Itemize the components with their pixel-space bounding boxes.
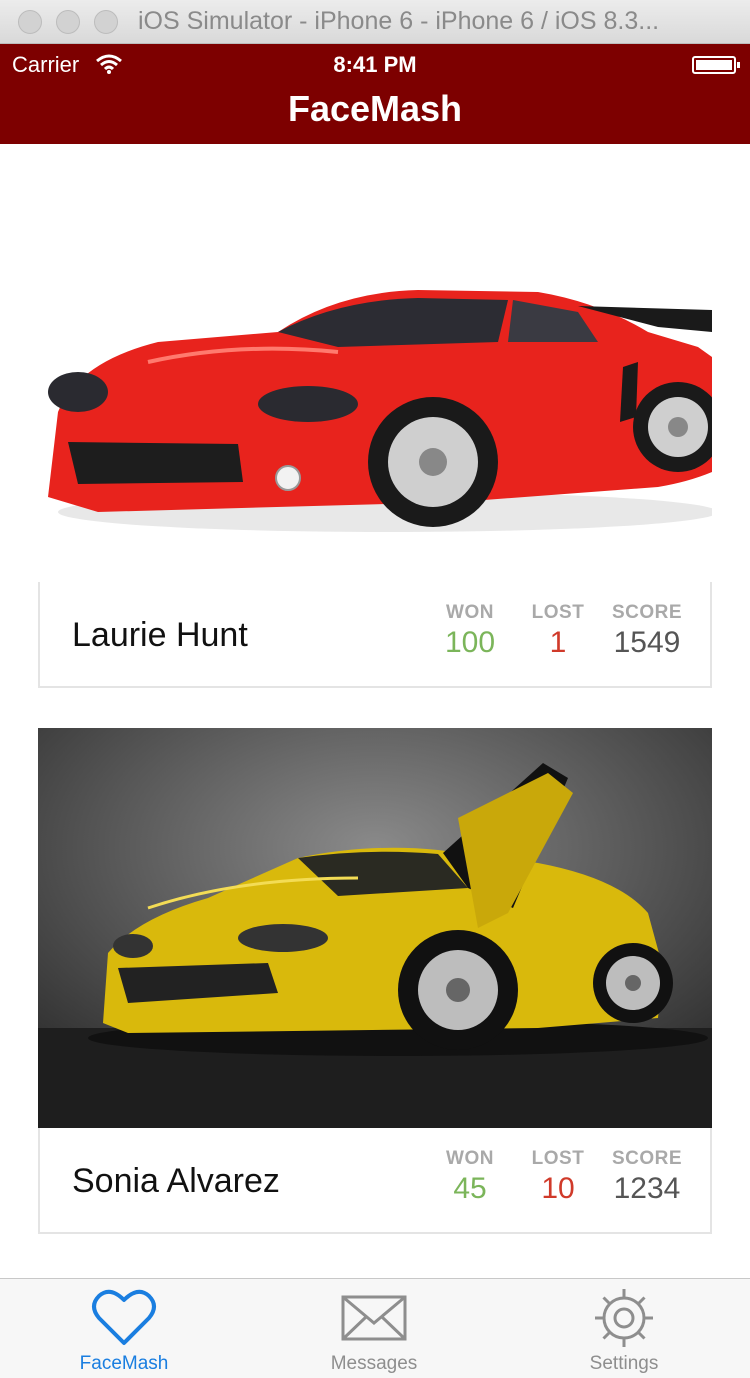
score-label: SCORE: [611, 1148, 683, 1169]
score-value: 1234: [613, 1172, 681, 1205]
profile-card[interactable]: Sonia Alvarez WON 45 LOST 10 SCORE 1234: [38, 728, 712, 1234]
won-stat: WON 45: [425, 1148, 515, 1206]
lost-stat: LOST 1: [513, 602, 603, 660]
tab-bar: FaceMash Messages Settings: [0, 1278, 750, 1378]
tab-label: Settings: [589, 1353, 659, 1374]
card-info: Laurie Hunt WON 100 LOST 1 SCORE 1549: [38, 582, 712, 688]
close-window-button[interactable]: [18, 9, 42, 34]
contestant-name: Sonia Alvarez: [72, 1162, 280, 1200]
score-stat: SCORE 1549: [602, 602, 692, 660]
won-value: 45: [453, 1172, 487, 1205]
window-controls: [18, 9, 118, 34]
card-info: Sonia Alvarez WON 45 LOST 10 SCORE 1234: [38, 1128, 712, 1234]
won-label: WON: [446, 602, 494, 623]
lost-label: LOST: [531, 602, 585, 623]
contestant-name: Laurie Hunt: [72, 616, 248, 654]
status-bar: Carrier 8:41 PM: [0, 52, 750, 78]
simulator-title: iOS Simulator - iPhone 6 - iPhone 6 / iO…: [138, 7, 660, 35]
tab-settings[interactable]: Settings: [544, 1279, 704, 1378]
battery-icon: [692, 56, 740, 74]
card-photo-red-car[interactable]: [38, 182, 712, 582]
navigation-bar: Carrier 8:41 PM FaceMash: [0, 44, 750, 144]
status-time: 8:41 PM: [333, 52, 417, 77]
zoom-window-button[interactable]: [94, 9, 118, 34]
tab-facemash[interactable]: FaceMash: [44, 1279, 204, 1378]
tab-label: FaceMash: [79, 1353, 169, 1374]
score-stat: SCORE 1234: [602, 1148, 692, 1206]
simulator-title-bar: iOS Simulator - iPhone 6 - iPhone 6 / iO…: [0, 0, 750, 44]
lost-value: 1: [549, 626, 567, 659]
heart-icon: [92, 1289, 156, 1345]
lost-stat: LOST 10: [513, 1148, 603, 1206]
lost-label: LOST: [531, 1148, 585, 1169]
won-label: WON: [446, 1148, 494, 1169]
envelope-icon: [341, 1295, 407, 1341]
profile-card[interactable]: Laurie Hunt WON 100 LOST 1 SCORE 1549: [38, 182, 712, 688]
score-value: 1549: [613, 626, 681, 659]
lost-value: 10: [541, 1172, 575, 1205]
score-label: SCORE: [611, 602, 683, 623]
page-title: FaceMash: [287, 88, 463, 129]
simulator-window: iOS Simulator - iPhone 6 - iPhone 6 / iO…: [0, 0, 750, 1378]
card-photo-yellow-car[interactable]: [38, 728, 712, 1128]
tab-messages[interactable]: Messages: [294, 1279, 454, 1378]
gear-icon: [595, 1289, 653, 1347]
minimize-window-button[interactable]: [56, 9, 80, 34]
tab-label: Messages: [330, 1353, 418, 1374]
won-value: 100: [444, 626, 496, 659]
won-stat: WON 100: [425, 602, 515, 660]
